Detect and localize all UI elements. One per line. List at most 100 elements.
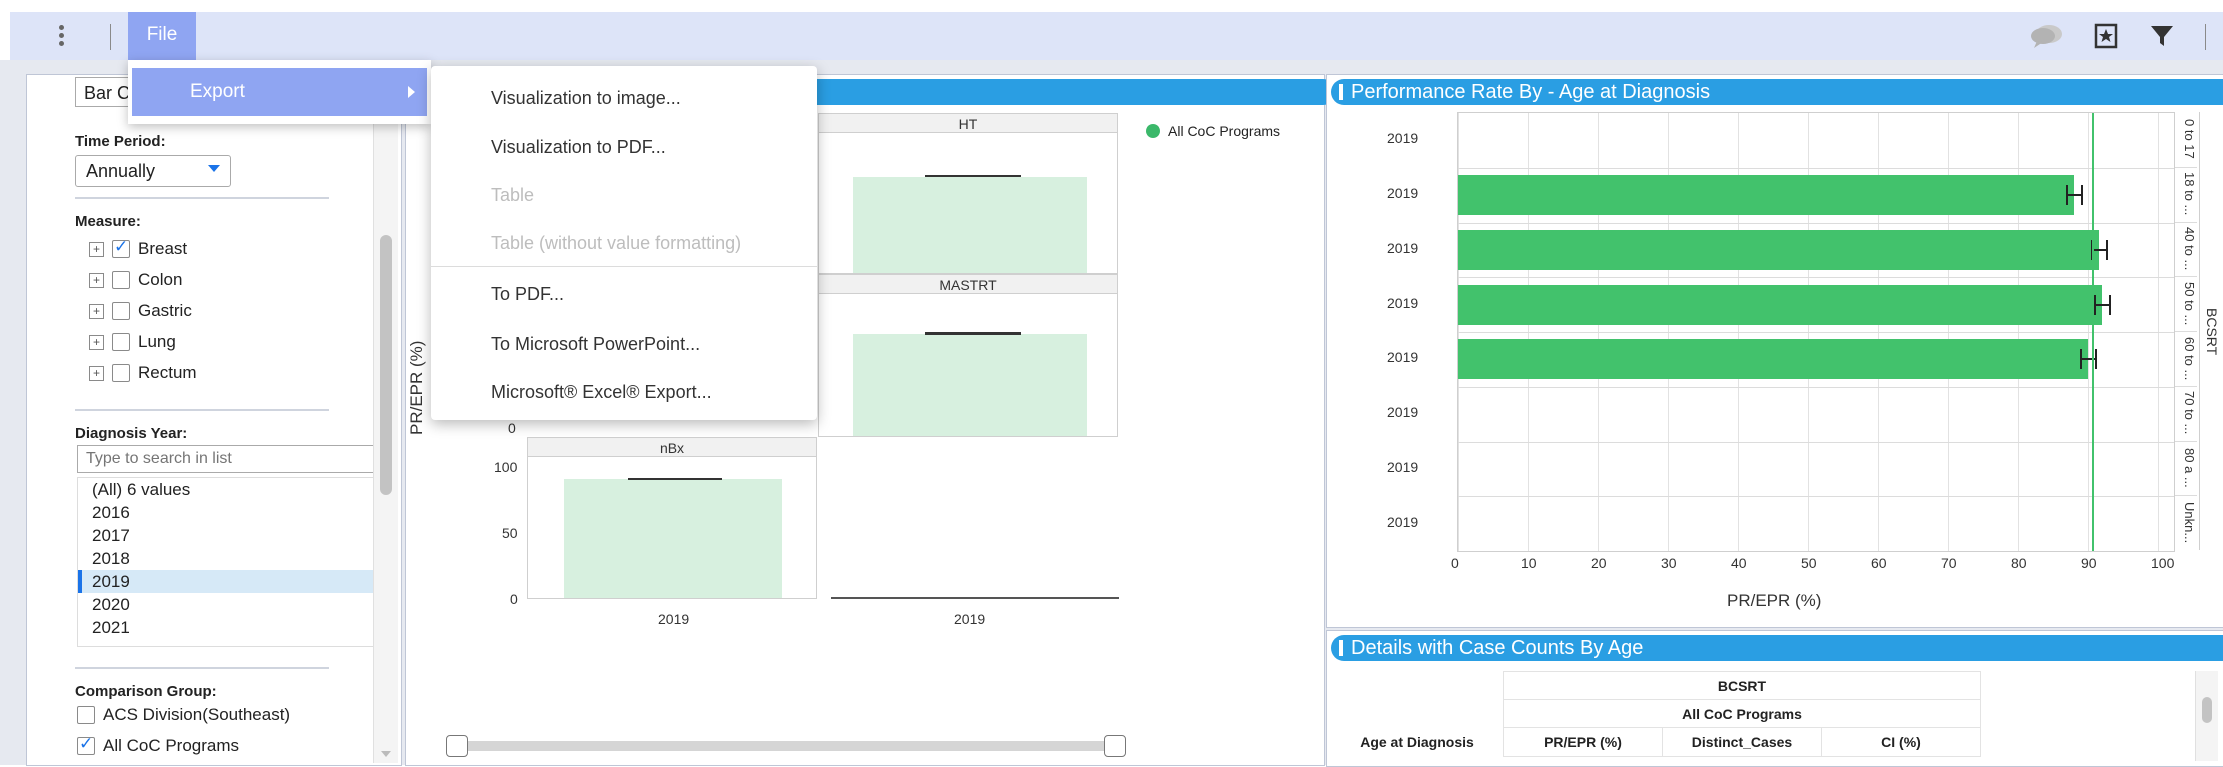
row-divider: [2175, 276, 2197, 278]
checkbox[interactable]: [112, 333, 130, 351]
column-header[interactable]: Distinct_Cases: [1662, 727, 1822, 757]
perf-panel-title: Performance Rate By - Age at Diagnosis: [1331, 79, 2223, 105]
column-header[interactable]: Age at Diagnosis: [1331, 728, 1504, 757]
checkbox[interactable]: [112, 237, 130, 258]
details-panel: Details with Case Counts By Age BCSRT Al…: [1326, 630, 2223, 767]
category-strip: 0 to 17 18 to ... 40 to ... 50 to ... 60 to …: [2175, 112, 2197, 550]
checkbox[interactable]: [77, 734, 95, 755]
row-divider: [1458, 496, 2174, 498]
x-axis-label: PR/EPR (%): [1727, 591, 1822, 610]
comparison-group-label: Comparison Group:: [75, 683, 217, 700]
comparison-item[interactable]: All CoC Programs: [77, 734, 239, 758]
error-bar-cap: [2105, 239, 2108, 260]
bar[interactable]: [853, 177, 1087, 273]
details-scrollbar[interactable]: [2195, 671, 2218, 761]
column-header[interactable]: CI (%): [1821, 727, 1981, 757]
time-period-label: Time Period:: [75, 133, 166, 150]
year-item[interactable]: 2017: [78, 524, 376, 547]
x-axis-line: [831, 597, 1119, 599]
expand-icon[interactable]: +: [89, 334, 104, 350]
checkbox[interactable]: [112, 364, 130, 382]
error-bar: [925, 175, 1021, 177]
expand-icon[interactable]: +: [89, 272, 104, 288]
bar[interactable]: [853, 334, 1087, 436]
more-vert-icon[interactable]: [50, 22, 72, 50]
table-group-header: BCSRT: [1503, 671, 1981, 700]
measure-item[interactable]: + Lung: [89, 330, 197, 354]
year-item[interactable]: 2018: [78, 547, 376, 570]
menu-item-visualization-image[interactable]: Visualization to image...: [491, 88, 681, 109]
column-header[interactable]: PR/EPR (%): [1503, 727, 1663, 757]
bar[interactable]: [1458, 284, 2102, 325]
legend-item[interactable]: All CoC Programs: [1146, 123, 1280, 139]
year-item[interactable]: (All) 6 values: [78, 478, 376, 501]
file-dropdown-menu: Export: [128, 60, 431, 124]
range-slider-track[interactable]: [452, 741, 1112, 751]
measure-label-text: Colon: [138, 270, 183, 289]
chevron-right-icon: [408, 86, 415, 98]
year-item[interactable]: 2020: [78, 593, 376, 616]
category-label: 0 to 17: [2182, 119, 2197, 160]
checkbox[interactable]: [77, 706, 95, 724]
time-period-value: Annually: [86, 161, 156, 181]
toolbar-divider: [110, 24, 111, 50]
menu-item-to-pdf[interactable]: To PDF...: [491, 284, 564, 305]
year-item-selected[interactable]: 2019: [78, 570, 376, 593]
filter-icon[interactable]: [2144, 18, 2180, 54]
y-axis-label: PR/EPR (%): [407, 340, 426, 435]
measure-item[interactable]: + Colon: [89, 268, 197, 292]
bar[interactable]: [1458, 175, 2074, 216]
expand-icon[interactable]: +: [89, 365, 104, 381]
facet-header-ht: HT: [818, 113, 1118, 133]
comments-icon[interactable]: [2028, 18, 2064, 54]
measure-item[interactable]: + Rectum: [89, 361, 197, 385]
year-search-input[interactable]: [77, 445, 377, 473]
filter-scrollbar[interactable]: [373, 75, 398, 763]
menu-item-table-unformatted: Table (without value formatting): [491, 233, 742, 253]
category-label: 70 to ...: [2182, 391, 2197, 435]
category-label: 60 to ...: [2182, 336, 2197, 381]
x-tick: 2019: [658, 611, 690, 627]
y-tick: 50: [502, 525, 518, 541]
row-label: 2019: [1387, 458, 1419, 475]
error-bar: [2066, 194, 2082, 197]
scroll-down-icon[interactable]: [381, 751, 391, 757]
expand-icon[interactable]: +: [89, 303, 104, 319]
scrollbar-thumb[interactable]: [2202, 697, 2212, 723]
details-table: BCSRT All CoC Programs Age at Diagnosis …: [1331, 671, 1981, 757]
time-period-dropdown[interactable]: Annually: [75, 155, 231, 187]
menu-item-to-powerpoint[interactable]: To Microsoft PowerPoint...: [491, 334, 700, 355]
error-bar-cap: [2081, 185, 2083, 206]
category-label: 50 to ...: [2182, 281, 2197, 326]
row-divider: [1458, 386, 2174, 388]
performance-panel: Performance Rate By - Age at Diagnosis 2…: [1326, 74, 2223, 628]
bookmark-star-icon[interactable]: [2088, 18, 2124, 54]
range-slider-handle-left[interactable]: [446, 735, 468, 757]
y-tick: 0: [510, 591, 518, 607]
year-item[interactable]: 2021: [78, 616, 376, 639]
expand-icon[interactable]: +: [89, 241, 104, 257]
row-divider: [1458, 277, 2174, 279]
menu-item-excel-export[interactable]: Microsoft® Excel® Export...: [491, 382, 712, 403]
measure-item[interactable]: + Breast: [89, 237, 197, 261]
bar[interactable]: [564, 479, 782, 598]
row-label-column: 2019 2019 2019 2019 2019 2019 2019 2019: [1387, 112, 1447, 550]
diagnosis-year-label: Diagnosis Year:: [75, 425, 188, 442]
year-item[interactable]: 2016: [78, 501, 376, 524]
menu-item-visualization-pdf[interactable]: Visualization to PDF...: [491, 137, 666, 158]
export-menu-item[interactable]: Export: [132, 68, 427, 116]
row-divider: [2175, 331, 2197, 332]
checkbox[interactable]: [112, 271, 130, 289]
measure-item[interactable]: + Gastric: [89, 299, 197, 323]
comparison-item[interactable]: ACS Division(Southeast): [77, 703, 290, 727]
range-slider-handle-right[interactable]: [1104, 735, 1126, 757]
bar[interactable]: [1458, 339, 2088, 380]
file-menu-tab[interactable]: File: [128, 12, 196, 60]
bar[interactable]: [1458, 229, 2099, 270]
export-label: Export: [190, 81, 245, 102]
x-tick: 60: [1871, 555, 1887, 571]
scrollbar-thumb[interactable]: [380, 235, 392, 495]
y-tick: 0: [508, 420, 516, 436]
checkbox[interactable]: [112, 302, 130, 320]
row-label: 2019: [1387, 513, 1419, 530]
